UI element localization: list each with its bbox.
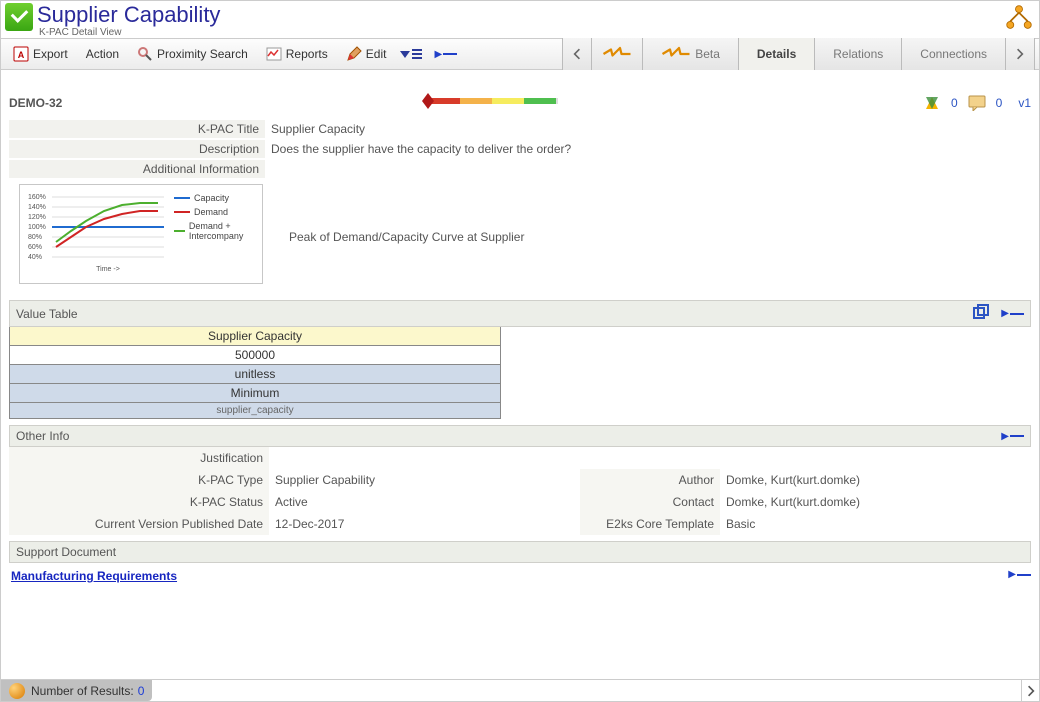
edit-button[interactable]: Edit	[338, 43, 395, 65]
view-menu-button[interactable]	[396, 46, 426, 62]
rating-count-a: 0	[951, 96, 958, 110]
popout-icon[interactable]	[973, 304, 989, 323]
results-label: Number of Results:	[31, 684, 134, 698]
svg-text:100%: 100%	[28, 224, 46, 231]
network-graph-icon[interactable]	[1005, 20, 1033, 34]
value-table: Supplier Capacity 500000 unitless Minimu…	[9, 327, 501, 419]
tab-beta[interactable]: Beta	[643, 38, 739, 70]
comment-icon[interactable]	[968, 95, 986, 111]
chart-thumbnail[interactable]: 160% 140% 120% 100% 80% 60% 40% Time -> Capac…	[19, 184, 263, 284]
nav-prev-button[interactable]	[563, 38, 592, 70]
rating-icon[interactable]	[923, 94, 941, 112]
svg-text:80%: 80%	[28, 234, 42, 241]
justification-value	[269, 447, 1031, 469]
link-section-expand-icon[interactable]	[1008, 569, 1031, 580]
tab-details[interactable]: Details	[739, 38, 815, 70]
template-value: Basic	[720, 513, 1031, 535]
svg-text:60%: 60%	[28, 244, 42, 251]
svg-text:140%: 140%	[28, 204, 46, 211]
svg-text:120%: 120%	[28, 214, 46, 221]
dropdown-triangle-icon	[400, 51, 410, 58]
version-label: v1	[1018, 96, 1031, 110]
vt-header: Supplier Capacity	[10, 327, 500, 346]
additional-info-value	[265, 160, 277, 164]
support-doc-header: Support Document	[9, 541, 1031, 563]
tab-lightning-1[interactable]	[592, 38, 643, 70]
chart-caption: Peak of Demand/Capacity Curve at Supplie…	[283, 228, 530, 246]
export-label: Export	[33, 47, 68, 61]
other-info-header: Other Info	[9, 425, 1031, 447]
tab-connections-label: Connections	[920, 47, 987, 61]
proximity-search-button[interactable]: Proximity Search	[129, 43, 256, 65]
results-count: 0	[138, 684, 145, 698]
tab-details-label: Details	[757, 47, 796, 61]
author-value: Domke, Kurt(kurt.domke)	[720, 469, 1031, 491]
nav-next-button[interactable]	[1006, 38, 1035, 70]
status-scroll-right[interactable]	[1021, 680, 1039, 701]
chart-xlabel: Time ->	[96, 266, 120, 273]
app-check-icon	[5, 3, 33, 31]
vt-stat: Minimum	[10, 384, 500, 403]
other-info-grid: Justification K-PAC Type Supplier Capabi…	[9, 447, 1031, 535]
pdf-icon: A	[13, 46, 29, 62]
kpac-type-value: Supplier Capability	[269, 469, 580, 491]
export-button[interactable]: A Export	[5, 43, 76, 65]
list-bars-icon	[412, 49, 422, 59]
svg-text:A: A	[18, 50, 25, 60]
svg-text:160%: 160%	[28, 194, 46, 201]
other-info-expand-icon[interactable]	[1001, 431, 1024, 442]
additional-info-label: Additional Information	[9, 160, 265, 178]
kpac-type-label: K-PAC Type	[9, 469, 269, 491]
description-value: Does the supplier have the capacity to d…	[265, 140, 577, 158]
magnifier-icon	[137, 46, 153, 62]
contact-label: Contact	[580, 491, 720, 513]
vt-code: supplier_capacity	[10, 403, 500, 418]
value-table-header: Value Table	[9, 300, 1031, 327]
tab-beta-label: Beta	[695, 47, 720, 61]
vt-value: 500000	[10, 346, 500, 365]
value-table-expand-icon[interactable]	[1001, 308, 1024, 319]
kpac-title-label: K-PAC Title	[9, 120, 265, 138]
document-id: DEMO-32	[9, 96, 62, 110]
pencil-icon	[346, 46, 362, 62]
other-info-title: Other Info	[16, 429, 69, 443]
tab-relations-label: Relations	[833, 47, 883, 61]
contact-value: Domke, Kurt(kurt.domke)	[720, 491, 1031, 513]
main-toolbar: A Export Action Proximity Search Reports…	[1, 38, 1039, 70]
page-title: Supplier Capability	[37, 3, 220, 27]
vt-unit: unitless	[10, 365, 500, 384]
pubdate-label: Current Version Published Date	[9, 513, 269, 535]
manufacturing-requirements-link[interactable]: Manufacturing Requirements	[9, 563, 179, 583]
kpac-status-label: K-PAC Status	[9, 491, 269, 513]
maturity-bar	[418, 91, 568, 114]
results-chip: Number of Results: 0	[1, 680, 152, 701]
page-subtitle: K-PAC Detail View	[39, 27, 220, 38]
proximity-label: Proximity Search	[157, 47, 248, 61]
kpac-status-value: Active	[269, 491, 580, 513]
action-label: Action	[86, 47, 119, 61]
play-indicator-icon[interactable]	[434, 49, 457, 60]
reports-button[interactable]: Reports	[258, 43, 336, 65]
tab-connections[interactable]: Connections	[902, 38, 1006, 70]
kpac-title-value: Supplier Capacity	[265, 120, 371, 138]
value-table-title: Value Table	[16, 307, 78, 321]
support-doc-title: Support Document	[16, 545, 116, 559]
status-bar: Number of Results: 0	[1, 679, 1039, 701]
description-label: Description	[9, 140, 265, 158]
chart-legend: Capacity Demand Demand + Intercompany	[174, 189, 256, 279]
tab-relations[interactable]: Relations	[815, 38, 902, 70]
pubdate-value: 12-Dec-2017	[269, 513, 580, 535]
svg-text:40%: 40%	[28, 254, 42, 261]
edit-label: Edit	[366, 47, 387, 61]
justification-label: Justification	[9, 447, 269, 469]
author-label: Author	[580, 469, 720, 491]
reports-label: Reports	[286, 47, 328, 61]
action-button[interactable]: Action	[78, 44, 127, 64]
template-label: E2ks Core Template	[580, 513, 720, 535]
rating-count-b: 0	[996, 96, 1003, 110]
reports-icon	[266, 46, 282, 62]
